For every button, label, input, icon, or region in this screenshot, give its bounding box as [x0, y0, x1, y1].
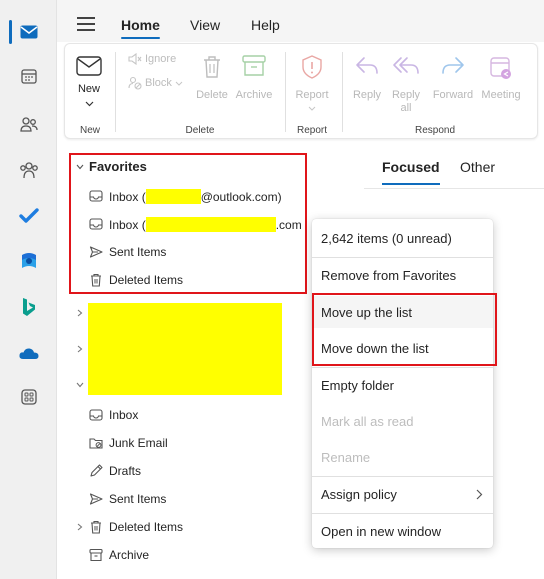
annotation-box-favorites: [69, 153, 307, 294]
redacted-accounts: [88, 303, 282, 395]
chevron-down-icon: [175, 81, 183, 86]
open-new-window-item[interactable]: Open in new window: [312, 515, 493, 547]
trash-icon: [204, 56, 220, 78]
menu-separator: [312, 476, 493, 477]
folder-label: Deleted Items: [109, 520, 184, 534]
pencil-icon: [90, 464, 103, 477]
more-apps-icon[interactable]: [0, 379, 57, 415]
tab-other[interactable]: Other: [460, 159, 495, 175]
chevron-down-icon[interactable]: [75, 380, 85, 390]
reply-all-label-1: Reply: [391, 89, 421, 101]
reply-all-label-2: all: [400, 102, 412, 114]
mark-all-read-item[interactable]: Mark all as read: [312, 405, 493, 437]
calendar-reply-icon: [490, 57, 511, 79]
delete-label: Delete: [196, 89, 228, 101]
chevron-down-icon: [308, 106, 316, 111]
annotation-box-move-items: [312, 293, 497, 366]
menu-separator: [312, 257, 493, 258]
ignore-label: Ignore: [145, 53, 177, 65]
menu-separator: [312, 367, 493, 368]
menu-separator: [312, 513, 493, 514]
m365-app-icon[interactable]: [0, 243, 57, 279]
reply-icon: [356, 57, 378, 74]
forward-label: Forward: [432, 89, 474, 101]
mail-app-icon[interactable]: [0, 14, 57, 50]
reading-tabs-divider: [364, 188, 544, 189]
assign-policy-item[interactable]: Assign policy: [312, 478, 493, 510]
junk-folder-icon: [89, 438, 103, 449]
group-label-new: New: [79, 125, 100, 136]
top-menu: Home View Help: [57, 0, 544, 42]
ribbon-separator: [115, 52, 116, 132]
chevron-right-icon: [476, 489, 483, 500]
reply-button[interactable]: Reply: [349, 55, 385, 102]
reply-all-button[interactable]: Reply all: [388, 55, 424, 115]
new-label: New: [77, 83, 100, 95]
trash-icon: [91, 520, 101, 534]
empty-folder-item[interactable]: Empty folder: [312, 369, 493, 401]
group-label-report: Report: [296, 125, 327, 136]
meeting-button[interactable]: Meeting: [477, 55, 525, 102]
folder-label: Junk Email: [109, 436, 168, 450]
ribbon-separator: [285, 52, 286, 132]
ribbon: New New Ignore Block Delete Archive Dele…: [64, 43, 538, 139]
item-count-info: 2,642 items (0 unread): [321, 230, 452, 246]
tab-help[interactable]: Help: [251, 17, 280, 33]
todo-app-icon[interactable]: [0, 198, 57, 234]
report-label: Report: [295, 89, 329, 101]
folder-label: Sent Items: [109, 492, 167, 506]
forward-button[interactable]: Forward: [430, 55, 476, 102]
reply-label: Reply: [352, 89, 382, 101]
send-icon: [89, 493, 103, 505]
calendar-app-icon[interactable]: [0, 58, 57, 94]
new-mail-button[interactable]: New: [73, 56, 105, 107]
remove-from-favorites-item[interactable]: Remove from Favorites: [312, 259, 493, 291]
report-button[interactable]: Report: [291, 55, 333, 111]
folder-label: Archive: [109, 548, 150, 562]
tab-view[interactable]: View: [190, 17, 220, 33]
forward-icon: [442, 57, 464, 74]
archive-icon: [242, 55, 266, 76]
envelope-icon: [76, 56, 102, 76]
app-rail: [0, 0, 57, 579]
tab-focused[interactable]: Focused: [382, 159, 440, 185]
rename-item[interactable]: Rename: [312, 441, 493, 473]
group-label-delete: Delete: [185, 125, 215, 136]
shield-alert-icon: [302, 55, 322, 79]
ribbon-separator: [342, 52, 343, 132]
inbox-icon: [89, 409, 103, 421]
ignore-button[interactable]: Ignore: [128, 53, 176, 65]
block-person-icon: [128, 76, 142, 90]
archive-icon: [89, 548, 103, 562]
tab-home[interactable]: Home: [121, 17, 160, 39]
assign-policy-label: Assign policy: [321, 486, 397, 502]
mute-icon: [128, 53, 142, 65]
hamburger-menu-icon[interactable]: [77, 17, 95, 31]
archive-button[interactable]: Archive: [233, 55, 275, 102]
context-menu: 2,642 items (0 unread) Remove from Favor…: [312, 219, 493, 548]
chevron-down-icon: [85, 101, 93, 107]
block-label: Block: [145, 77, 172, 89]
folder-label: Drafts: [109, 464, 142, 478]
chevron-right-icon[interactable]: [75, 522, 85, 532]
reply-all-icon: [393, 57, 419, 74]
chevron-right-icon[interactable]: [75, 344, 85, 354]
people-app-icon[interactable]: [0, 106, 57, 142]
meeting-label: Meeting: [481, 89, 521, 101]
bing-app-icon[interactable]: [0, 289, 57, 325]
block-button[interactable]: Block: [128, 76, 183, 90]
delete-button[interactable]: Delete: [193, 55, 231, 102]
group-label-respond: Respond: [414, 125, 456, 136]
groups-app-icon[interactable]: [0, 152, 57, 188]
onedrive-app-icon[interactable]: [0, 335, 57, 371]
chevron-right-icon[interactable]: [75, 308, 85, 318]
folder-label: Inbox: [109, 408, 139, 422]
archive-label: Archive: [235, 89, 273, 101]
